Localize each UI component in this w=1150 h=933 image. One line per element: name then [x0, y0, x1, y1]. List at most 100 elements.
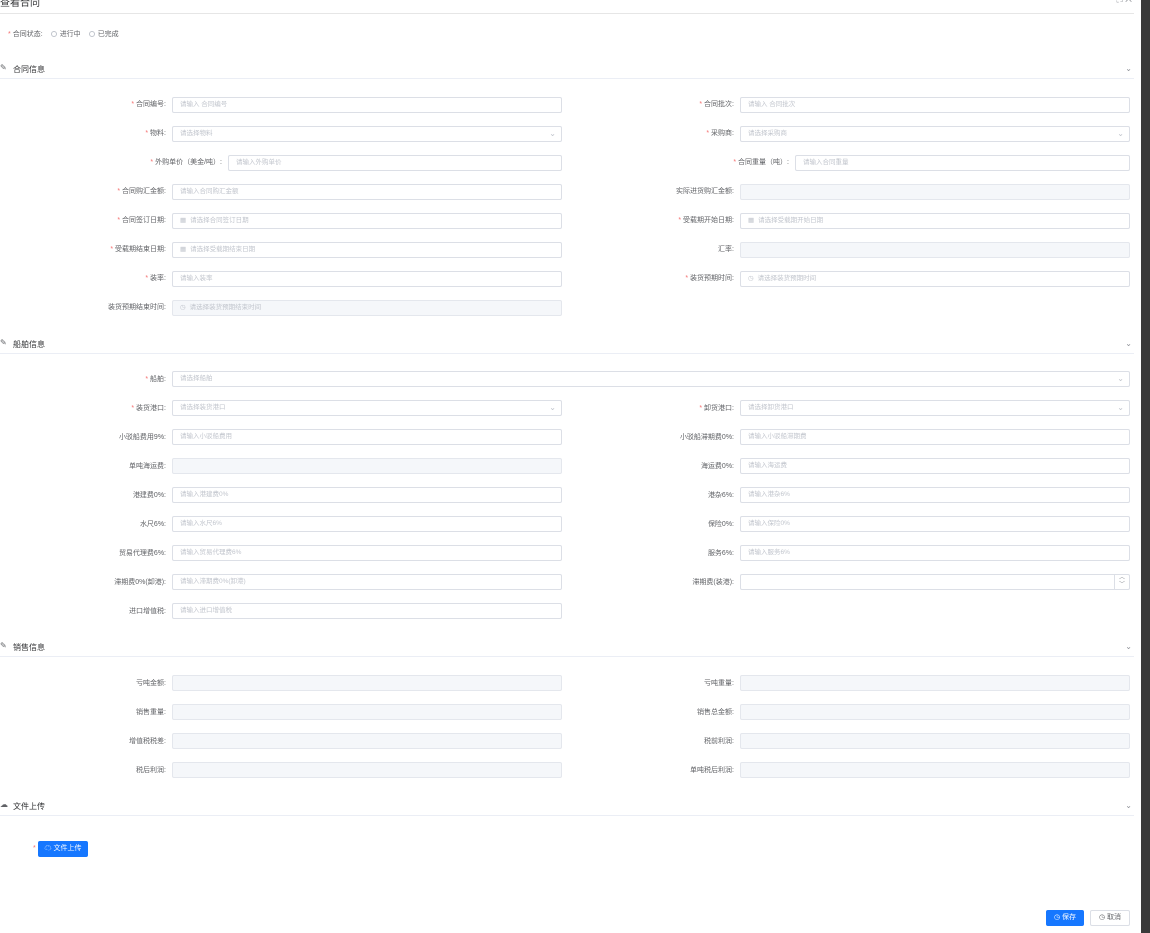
vat-diff-input: [172, 733, 562, 749]
sign-date-picker[interactable]: ▦ 请选择合同签订日期: [172, 213, 562, 229]
sign-date-label: * 合同签订日期:: [117, 217, 166, 224]
load-port-select[interactable]: 请选择装货港口 ⌄: [172, 400, 562, 416]
section-sales-info[interactable]: ✎ 销售信息 ⌄: [0, 642, 1134, 657]
water-gauge-input[interactable]: 请输入水尺6%: [172, 516, 562, 532]
section-title: 船舶信息: [13, 340, 45, 349]
chevron-down-icon: ⌄: [1117, 374, 1124, 383]
load-expected-end-label: 装货预期结束时间:: [108, 304, 166, 311]
sales-weight-label: 销售重量:: [136, 709, 166, 716]
spinner-arrows-icon[interactable]: ︿ ﹀: [1114, 575, 1129, 589]
loss-amount-input: [172, 675, 562, 691]
contract-status-label: * 合同状态:: [8, 31, 43, 38]
required-star: *: [33, 845, 36, 852]
exchange-rate-label: 汇率:: [718, 246, 734, 253]
clock-icon: ◷: [748, 275, 754, 282]
cancel-button[interactable]: ◷ 取消: [1090, 910, 1130, 926]
status-radio-completed[interactable]: 已完成: [88, 29, 119, 39]
trade-agency-input[interactable]: 请输入贸易代理费6%: [172, 545, 562, 561]
chevron-down-icon[interactable]: ⌄: [1125, 64, 1132, 73]
water-gauge-label: 水尺6%:: [139, 521, 166, 528]
calendar-icon: ▦: [180, 217, 187, 224]
port-misc-label: 港杂6%:: [707, 492, 734, 499]
radio-circle-icon: [88, 31, 95, 37]
chevron-down-icon[interactable]: ⌄: [1125, 801, 1132, 810]
freight-label: 海运费0%:: [700, 463, 734, 470]
port-fee-label: 港建费0%:: [132, 492, 166, 499]
unit-freight-label: 单吨海运费:: [129, 463, 166, 470]
weight-input[interactable]: 请输入合同重量: [795, 155, 1130, 171]
total-amount-input[interactable]: 请输入合同购汇金额: [172, 184, 562, 200]
contract-no-label: * 合同编号:: [131, 101, 166, 108]
service-input[interactable]: 请输入服务6%: [740, 545, 1130, 561]
load-expected-picker[interactable]: ◷ 请选择装货预期时间: [740, 271, 1130, 287]
port-misc-input[interactable]: 请输入港杂6%: [740, 487, 1130, 503]
purchaser-label: * 采购商:: [706, 130, 734, 137]
section-title: 销售信息: [13, 643, 45, 652]
weight-label: * 合同重量（吨）:: [733, 159, 789, 166]
trade-agency-label: 贸易代理费6%:: [118, 550, 166, 557]
small-ship-demurrage-input[interactable]: 请输入小驳船滞期费: [740, 429, 1130, 445]
section-file-upload[interactable]: ☁ 文件上传 ⌄: [0, 801, 1134, 816]
loss-weight-label: 亏吨重量:: [704, 680, 734, 687]
section-contract-info[interactable]: ✎ 合同信息 ⌄: [0, 64, 1134, 79]
section-title: 文件上传: [13, 802, 45, 811]
vessel-select[interactable]: 请选择船舶 ⌄: [172, 371, 1130, 387]
calendar-icon: ▦: [180, 246, 187, 253]
demurrage-unload-label: 滞期费0%(卸港):: [114, 579, 166, 586]
small-ship-demurrage-label: 小驳船滞期费0%:: [679, 434, 734, 441]
calendar-icon: ▦: [748, 217, 755, 224]
small-ship-fee-input[interactable]: 请输入小驳船费用: [172, 429, 562, 445]
contract-batch-input[interactable]: 请输入 合同批次: [740, 97, 1130, 113]
section-title: 合同信息: [13, 65, 45, 74]
demurrage-unload-input[interactable]: 请输入滞期费0%(卸港): [172, 574, 562, 590]
chevron-down-icon: ⌄: [1117, 129, 1124, 138]
section-ship-info[interactable]: ✎ 船舶信息 ⌄: [0, 339, 1134, 354]
clock-icon: ◷: [180, 304, 186, 311]
chevron-down-icon: ⌄: [549, 403, 556, 412]
sales-weight-input: [172, 704, 562, 720]
chevron-down-icon[interactable]: ⌄: [1125, 642, 1132, 651]
material-label: * 物料:: [145, 130, 166, 137]
radio-circle-icon: [50, 31, 57, 37]
charter-start-picker[interactable]: ▦ 请选择受载期开始日期: [740, 213, 1130, 229]
chevron-down-icon[interactable]: ⌄: [1125, 339, 1132, 348]
load-expected-end-picker: ◷ 请选择装货预期结束时间: [172, 300, 562, 316]
aftertax-profit-label: 税后利润:: [136, 767, 166, 774]
cancel-icon: ◷: [1098, 914, 1106, 921]
pretax-profit-label: 税前利润:: [704, 738, 734, 745]
unload-port-select[interactable]: 请选择卸货港口 ⌄: [740, 400, 1130, 416]
insurance-input[interactable]: 请输入保险0%: [740, 516, 1130, 532]
chevron-down-icon: ⌄: [1117, 403, 1124, 412]
vessel-label: * 船舶:: [145, 376, 166, 383]
demurrage-load-label: 滞期费(装港):: [692, 579, 734, 586]
service-label: 服务6%:: [707, 550, 734, 557]
loss-weight-input: [740, 675, 1130, 691]
freight-input[interactable]: 请输入海运费: [740, 458, 1130, 474]
insurance-label: 保险0%:: [707, 521, 734, 528]
material-select[interactable]: 请选择物料 ⌄: [172, 126, 562, 142]
demurrage-load-number-input[interactable]: ︿ ﹀: [740, 574, 1130, 590]
save-button[interactable]: ◷ 保存: [1046, 910, 1084, 926]
dialog-window-controls[interactable]: ⛶ ✕: [1116, 0, 1132, 5]
small-ship-fee-label: 小驳船费用9%:: [118, 434, 166, 441]
status-radio-in-progress[interactable]: 进行中: [50, 29, 81, 39]
edit-icon: ✎: [0, 641, 7, 650]
port-fee-input[interactable]: 请输入港建费0%: [172, 487, 562, 503]
unit-price-input[interactable]: 请输入外购单价: [228, 155, 562, 171]
contract-status-row: * 合同状态: 进行中 已完成: [8, 29, 119, 39]
cloud-upload-icon: ☁: [44, 845, 52, 852]
charter-end-label: * 受载期结束日期:: [110, 246, 166, 253]
contract-batch-label: * 合同批次:: [699, 101, 734, 108]
load-rate-input[interactable]: 请输入装率: [172, 271, 562, 287]
import-vat-input[interactable]: 请输入进口增值税: [172, 603, 562, 619]
unload-port-label: * 卸货港口:: [699, 405, 734, 412]
total-amount-label: * 合同购汇金额:: [117, 188, 166, 195]
load-rate-label: * 装率:: [145, 275, 166, 282]
unit-aftertax-profit-label: 单吨税后利润:: [690, 767, 734, 774]
purchaser-select[interactable]: 请选择采购商 ⌄: [740, 126, 1130, 142]
vat-diff-label: 增值税税差:: [129, 738, 166, 745]
contract-no-input[interactable]: 请输入 合同编号: [172, 97, 562, 113]
vertical-scrollbar[interactable]: [1141, 0, 1150, 933]
file-upload-button[interactable]: ☁ 文件上传: [38, 841, 88, 857]
charter-end-picker[interactable]: ▦ 请选择受载期结束日期: [172, 242, 562, 258]
